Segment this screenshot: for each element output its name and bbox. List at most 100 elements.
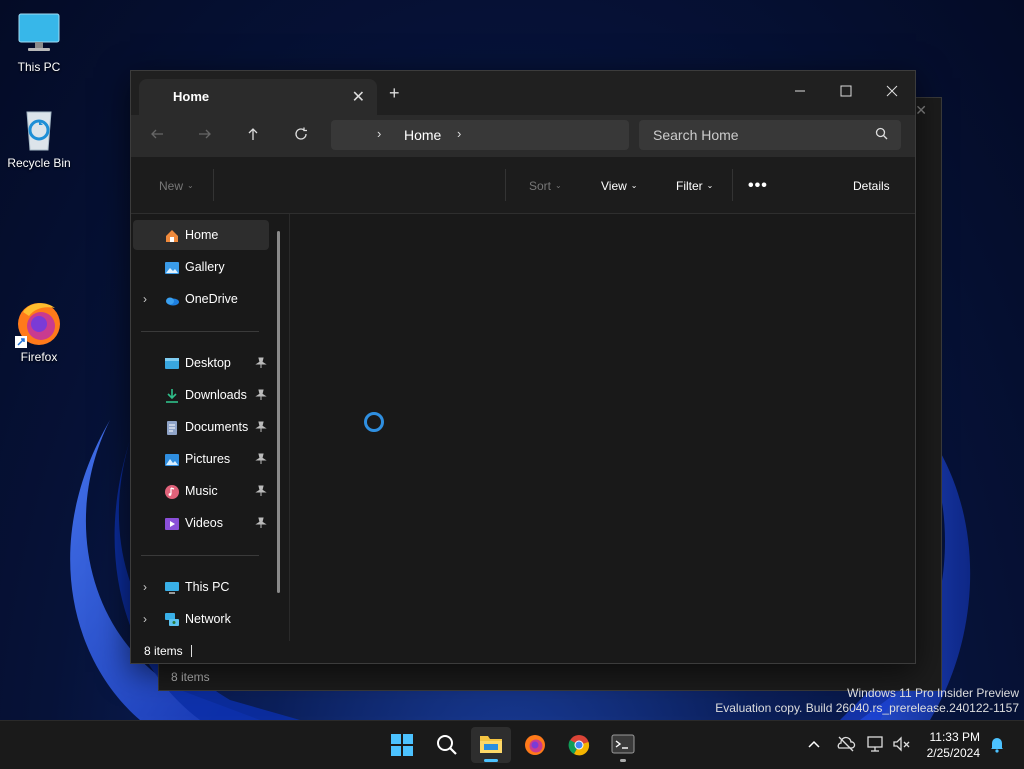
- chevron-right-icon[interactable]: ›: [143, 580, 147, 594]
- divider: [213, 169, 214, 201]
- close-window-button[interactable]: [869, 77, 915, 107]
- file-explorer-icon: [480, 736, 502, 753]
- pin-icon[interactable]: [255, 517, 267, 529]
- sidebar-item-desktop[interactable]: Desktop: [133, 348, 269, 378]
- loading-spinner-icon: [364, 412, 384, 432]
- filter-label: Filter: [676, 179, 703, 193]
- firefox-icon: [525, 735, 545, 755]
- minimize-button[interactable]: [777, 77, 823, 107]
- pin-icon[interactable]: [255, 389, 267, 401]
- view-button[interactable]: View ⌄: [601, 179, 638, 193]
- navigation-bar: › Home ›: [131, 115, 915, 157]
- forward-button[interactable]: [191, 124, 219, 148]
- sidebar-item-videos[interactable]: Videos: [133, 508, 269, 538]
- sidebar-item-label: Home: [185, 228, 219, 242]
- more-options-button[interactable]: •••: [748, 177, 768, 195]
- sidebar-item-pictures[interactable]: Pictures: [133, 444, 269, 474]
- documents-icon: [167, 421, 177, 435]
- chevron-down-icon: ⌄: [555, 181, 562, 190]
- running-indicator: [620, 759, 626, 762]
- taskbar: 11:33 PM 2/25/2024: [0, 720, 1024, 769]
- network-icon[interactable]: [866, 734, 886, 754]
- desktop-icon-recycle-bin[interactable]: Recycle Bin: [0, 106, 78, 170]
- monitor-icon: [15, 10, 63, 58]
- status-item-count: 8 items: [144, 644, 183, 658]
- pin-icon[interactable]: [255, 421, 267, 433]
- pin-icon[interactable]: [255, 357, 267, 369]
- maximize-button[interactable]: [823, 77, 869, 107]
- sidebar-divider: [141, 555, 259, 556]
- watermark-line-2: Evaluation copy. Build 26040.rs_prerelea…: [715, 701, 1019, 715]
- notification-bell-icon[interactable]: [987, 734, 1007, 754]
- start-button[interactable]: [382, 727, 422, 763]
- chevron-down-icon: ⌄: [706, 181, 714, 190]
- chevron-right-icon[interactable]: ›: [143, 612, 147, 626]
- desktop-icon-firefox[interactable]: Firefox: [0, 300, 78, 364]
- desktop-icon-this-pc[interactable]: This PC: [0, 10, 78, 74]
- close-icon[interactable]: ✕: [915, 102, 927, 119]
- volume-muted-icon[interactable]: [892, 734, 912, 754]
- chrome-icon: [568, 735, 590, 756]
- chevron-right-icon[interactable]: ›: [377, 126, 381, 141]
- sidebar-item-label: Desktop: [185, 356, 231, 370]
- taskbar-chrome[interactable]: [559, 727, 599, 763]
- maximize-icon: [840, 85, 852, 97]
- system-clock[interactable]: 11:33 PM 2/25/2024: [927, 729, 980, 761]
- downloads-icon: [166, 389, 178, 403]
- breadcrumb-home[interactable]: Home: [404, 127, 441, 143]
- taskbar-search-button[interactable]: [427, 727, 467, 763]
- divider: [505, 169, 506, 201]
- sidebar-scrollbar[interactable]: [277, 231, 280, 593]
- refresh-button[interactable]: [287, 124, 315, 148]
- sidebar-item-label: OneDrive: [185, 292, 238, 306]
- evaluation-watermark: Windows 11 Pro Insider Preview Evaluatio…: [715, 686, 1019, 716]
- onedrive-icon: [166, 297, 179, 306]
- taskbar-terminal[interactable]: [603, 727, 643, 763]
- sidebar-item-home[interactable]: Home: [133, 220, 269, 250]
- pin-icon[interactable]: [255, 485, 267, 497]
- sidebar-item-label: Pictures: [185, 452, 231, 466]
- taskbar-firefox[interactable]: [515, 727, 555, 763]
- chevron-right-icon[interactable]: ›: [457, 126, 461, 141]
- sidebar-item-gallery[interactable]: Gallery: [133, 252, 269, 282]
- close-icon: [886, 85, 898, 97]
- up-button[interactable]: [239, 124, 267, 148]
- clock-date: 2/25/2024: [926, 746, 980, 760]
- sort-button[interactable]: Sort ⌄: [529, 179, 562, 193]
- network-icon: [165, 613, 179, 626]
- pin-icon[interactable]: [255, 453, 267, 465]
- navigation-pane: Home Gallery › OneDrive Desktop Download…: [131, 214, 290, 641]
- title-bar: Home ✕ +: [131, 71, 915, 115]
- search-icon[interactable]: [875, 127, 888, 145]
- sidebar-item-documents[interactable]: Documents: [133, 412, 269, 442]
- new-label: New: [159, 179, 184, 193]
- active-indicator: [484, 759, 498, 762]
- filter-button[interactable]: Filter ⌄: [676, 179, 713, 193]
- sidebar-item-label: Downloads: [185, 388, 247, 402]
- sidebar-item-downloads[interactable]: Downloads: [133, 380, 269, 410]
- sort-label: Sort: [529, 179, 552, 193]
- tab-close-icon[interactable]: ✕: [352, 87, 365, 107]
- tab-home[interactable]: Home ✕: [139, 79, 377, 115]
- videos-icon: [165, 518, 179, 530]
- chevron-right-icon[interactable]: ›: [143, 292, 147, 306]
- new-button[interactable]: New ⌄: [159, 179, 194, 193]
- chevron-down-icon: ⌄: [187, 181, 194, 190]
- new-tab-icon[interactable]: +: [389, 83, 400, 104]
- back-button[interactable]: [143, 124, 171, 148]
- chevron-up-icon[interactable]: [804, 734, 824, 754]
- desktop-icon-label: Firefox: [20, 350, 58, 364]
- taskbar-file-explorer[interactable]: [471, 727, 511, 763]
- file-list-area[interactable]: [290, 214, 914, 641]
- sidebar-item-onedrive[interactable]: › OneDrive: [133, 284, 269, 314]
- clock-time: 11:33 PM: [929, 730, 980, 744]
- details-button[interactable]: Details: [853, 179, 890, 193]
- recycle-bin-icon: [15, 106, 63, 154]
- sidebar-item-music[interactable]: Music: [133, 476, 269, 506]
- sidebar-item-this-pc[interactable]: › This PC: [133, 572, 269, 602]
- refresh-icon: [295, 127, 307, 140]
- onedrive-offline-icon[interactable]: [836, 734, 856, 754]
- address-bar[interactable]: › Home ›: [331, 120, 629, 150]
- search-input[interactable]: [639, 120, 901, 150]
- sidebar-item-network[interactable]: › Network: [133, 604, 269, 634]
